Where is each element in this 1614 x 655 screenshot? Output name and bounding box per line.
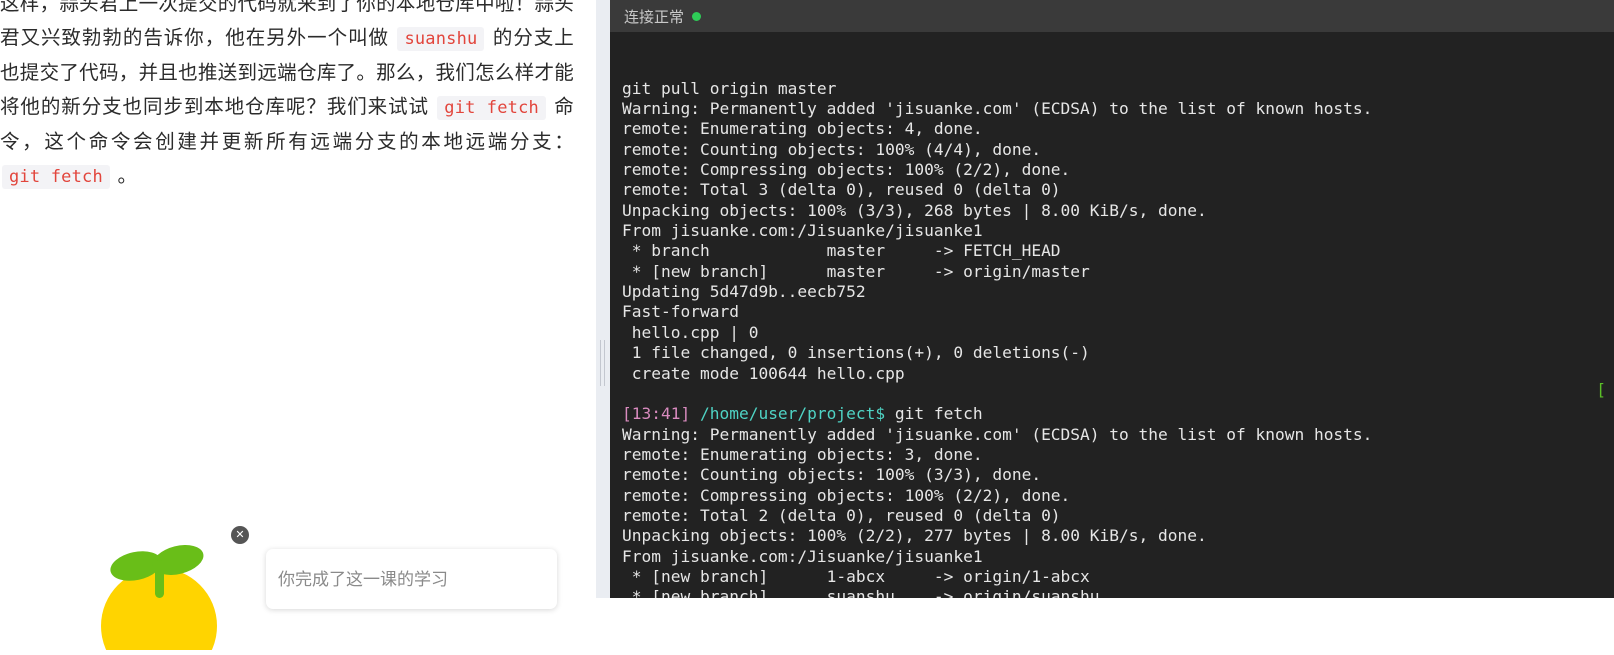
- terminal-line: hello.cpp | 0: [622, 323, 1614, 343]
- terminal-output[interactable]: git pull origin master Warning: Permanent…: [610, 32, 1614, 598]
- terminal-text-run: remote: Counting objects: 100% (4/4), do…: [622, 139, 1042, 159]
- terminal-text-run: 1 file changed, 0 insertions(+), 0 delet…: [622, 343, 1090, 363]
- terminal-text-run: remote: Enumerating objects: 3, done.: [622, 444, 983, 464]
- terminal-text-run: * [new branch] master -> origin/master: [622, 261, 1090, 281]
- terminal-line: Warning: Permanently added 'jisuanke.com…: [622, 99, 1614, 119]
- terminal-line: * [new branch] master -> origin/master: [622, 262, 1614, 282]
- wrapped-prompt-bracket: [: [1596, 380, 1606, 399]
- lesson-panel: 这样，蒜头君上一次提交的代码就来到了你的本地仓库中啦！蒜头君又兴致勃勃的告诉你，…: [0, 0, 596, 598]
- terminal-text-run: remote: Total 2 (delta 0), reused 0 (del…: [622, 505, 1061, 525]
- terminal-text-run: remote: Compressing objects: 100% (2/2),…: [622, 160, 1071, 180]
- terminal-text-run: Warning: Permanently added 'jisuanke.com…: [622, 424, 1373, 444]
- terminal-line: remote: Total 3 (delta 0), reused 0 (del…: [622, 180, 1614, 200]
- terminal-line: create mode 100644 hello.cpp: [622, 364, 1614, 384]
- terminal-line: remote: Counting objects: 100% (4/4), do…: [622, 140, 1614, 160]
- mascot-stem-icon: [155, 560, 164, 598]
- splitter-line-2: [604, 340, 605, 386]
- terminal-text-run: Fast-forward: [622, 302, 739, 322]
- lesson-terminal-layout: 这样，蒜头君上一次提交的代码就来到了你的本地仓库中啦！蒜头君又兴致勃勃的告诉你，…: [0, 0, 1614, 598]
- terminal-text-run: hello.cpp | 0: [622, 322, 759, 342]
- connection-status-label: 连接正常: [624, 8, 685, 26]
- terminal-line: [13:41] /home/user/project$ git fetch: [622, 404, 1614, 424]
- terminal-line: From jisuanke.com:/Jisuanke/jisuanke1: [622, 221, 1614, 241]
- inline-code: git fetch: [437, 96, 546, 120]
- terminal-line: 1 file changed, 0 insertions(+), 0 delet…: [622, 343, 1614, 363]
- connection-status-dot: [692, 11, 702, 21]
- terminal-text-run: * [new branch] suanshu -> origin/suanshu: [622, 587, 1100, 598]
- terminal-text-run: /home/user/project$: [699, 404, 886, 424]
- terminal-text-run: Unpacking objects: 100% (3/3), 268 bytes…: [622, 200, 1207, 220]
- terminal-text-run: Warning: Permanently added 'jisuanke.com…: [622, 99, 1373, 119]
- terminal-text-run: Updating 5d47d9b..eecb752: [622, 282, 866, 302]
- terminal-text-run: [13:41]: [622, 404, 700, 424]
- terminal-text-run: remote: Counting objects: 100% (3/3), do…: [622, 465, 1042, 485]
- terminal-text-run: create mode 100644 hello.cpp: [622, 363, 905, 383]
- splitter-line-1: [600, 340, 601, 386]
- terminal-text-run: Unpacking objects: 100% (2/2), 277 bytes…: [622, 526, 1207, 546]
- terminal-line: git pull origin master: [622, 79, 1614, 99]
- hint-bubble-text: 你完成了这一课的学习: [278, 570, 448, 589]
- terminal-line: remote: Total 2 (delta 0), reused 0 (del…: [622, 506, 1614, 526]
- terminal-line: remote: Enumerating objects: 4, done.: [622, 119, 1614, 139]
- terminal-text-run: remote: Total 3 (delta 0), reused 0 (del…: [622, 180, 1061, 200]
- terminal-text-run: * [new branch] 1-abcx -> origin/1-abcx: [622, 566, 1090, 586]
- terminal-line: remote: Enumerating objects: 3, done.: [622, 445, 1614, 465]
- terminal-line: * [new branch] suanshu -> origin/suanshu: [622, 587, 1614, 598]
- inline-code: git fetch: [2, 165, 110, 189]
- terminal-line: Updating 5d47d9b..eecb752: [622, 282, 1614, 302]
- terminal-text-run: remote: Compressing objects: 100% (2/2),…: [622, 485, 1071, 505]
- terminal-line: remote: Counting objects: 100% (3/3), do…: [622, 465, 1614, 485]
- terminal-line: Fast-forward: [622, 302, 1614, 322]
- terminal-line: remote: Compressing objects: 100% (2/2),…: [622, 160, 1614, 180]
- lesson-text-run: 。: [111, 165, 138, 187]
- mascot-svg: [101, 545, 217, 655]
- terminal-text-run: git pull origin master: [622, 78, 837, 98]
- hint-bubble: 你完成了这一课的学习: [266, 549, 557, 609]
- terminal-line: Unpacking objects: 100% (3/3), 268 bytes…: [622, 201, 1614, 221]
- splitter-drag-handle[interactable]: [600, 340, 606, 386]
- terminal-line: remote: Compressing objects: 100% (2/2),…: [622, 486, 1614, 506]
- terminal-text-run: * branch master -> FETCH_HEAD: [622, 241, 1061, 261]
- lesson-text-body: 这样，蒜头君上一次提交的代码就来到了你的本地仓库中啦！蒜头君又兴致勃勃的告诉你，…: [0, 0, 596, 194]
- terminal-line: Warning: Permanently added 'jisuanke.com…: [622, 425, 1614, 445]
- terminal-line-list: git pull origin master Warning: Permanent…: [622, 79, 1614, 598]
- mascot-illustration: [94, 530, 224, 655]
- close-hint-button[interactable]: ✕: [231, 526, 249, 544]
- terminal-text-run: git fetch: [885, 404, 983, 424]
- terminal-text-run: From jisuanke.com:/Jisuanke/jisuanke1: [622, 546, 983, 566]
- lesson-paragraph: 这样，蒜头君上一次提交的代码就来到了你的本地仓库中啦！蒜头君又兴致勃勃的告诉你，…: [0, 0, 574, 194]
- inline-code: suanshu: [397, 27, 485, 51]
- terminal-text-run: remote: Enumerating objects: 4, done.: [622, 119, 983, 139]
- terminal-line: * branch master -> FETCH_HEAD: [622, 241, 1614, 261]
- terminal-header: 连接正常: [610, 0, 1614, 32]
- pane-splitter[interactable]: [596, 0, 610, 598]
- terminal-pane[interactable]: 连接正常 git pull origin master Warning: Perm…: [610, 0, 1614, 598]
- terminal-line: * [new branch] 1-abcx -> origin/1-abcx: [622, 567, 1614, 587]
- terminal-line: From jisuanke.com:/Jisuanke/jisuanke1: [622, 547, 1614, 567]
- terminal-text-run: From jisuanke.com:/Jisuanke/jisuanke1: [622, 221, 983, 241]
- terminal-line: Unpacking objects: 100% (2/2), 277 bytes…: [622, 526, 1614, 546]
